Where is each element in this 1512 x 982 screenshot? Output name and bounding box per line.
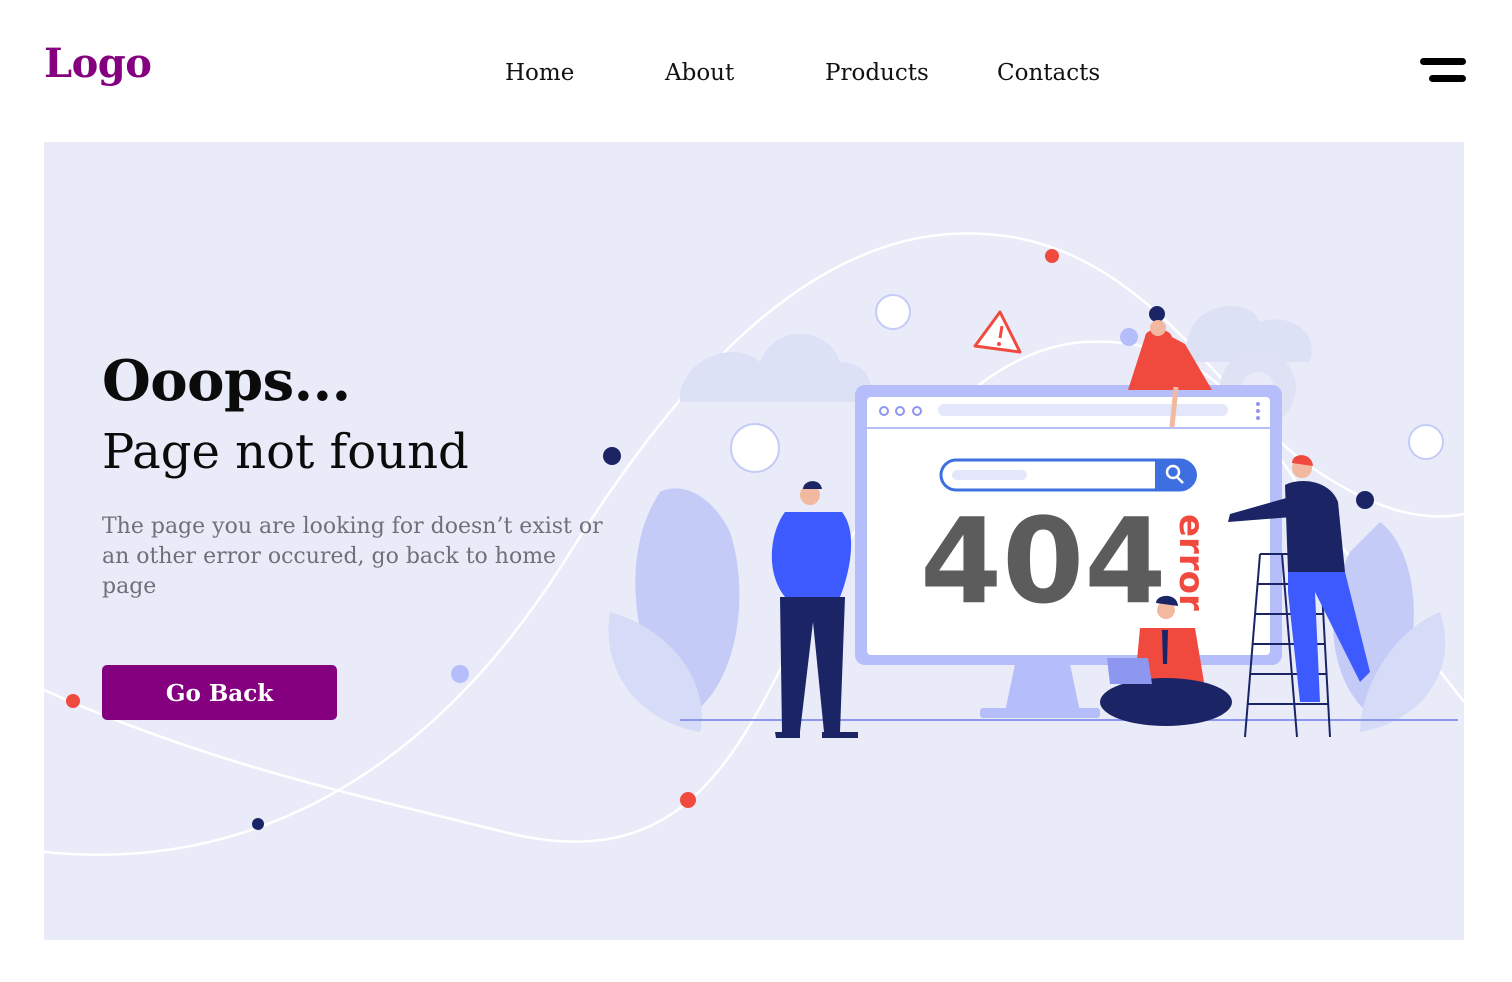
error-code: 404 bbox=[920, 492, 1166, 630]
error-label: error bbox=[1171, 514, 1211, 611]
page-subtitle: Page not found bbox=[102, 424, 469, 480]
hamburger-menu-icon[interactable] bbox=[1418, 58, 1466, 86]
monitor: 404 error bbox=[855, 385, 1282, 665]
person-standing-left bbox=[771, 481, 858, 738]
nav-home[interactable]: Home bbox=[505, 60, 574, 86]
nav-products[interactable]: Products bbox=[825, 60, 929, 86]
nav-about[interactable]: About bbox=[665, 60, 734, 86]
404-illustration: 404 error bbox=[608, 294, 1458, 738]
menu-bar-bottom bbox=[1429, 75, 1466, 82]
logo[interactable]: Logo bbox=[44, 40, 152, 87]
search-input bbox=[939, 458, 1197, 492]
page-title: Ooops... bbox=[102, 348, 351, 414]
navy-dot bbox=[252, 818, 264, 830]
warning-icon bbox=[973, 310, 1022, 354]
go-back-button[interactable]: Go Back bbox=[102, 665, 337, 720]
red-dot bbox=[66, 694, 80, 708]
menu-bar-top bbox=[1420, 58, 1466, 65]
red-dot bbox=[680, 792, 696, 808]
hero-section: Ooops... Page not found The page you are… bbox=[44, 142, 1464, 940]
laptop-icon bbox=[1107, 658, 1152, 684]
error-description: The page you are looking for doesn’t exi… bbox=[102, 514, 603, 599]
periwinkle-dot bbox=[451, 665, 469, 683]
nav-contacts[interactable]: Contacts bbox=[997, 60, 1100, 86]
red-dot bbox=[1045, 249, 1059, 263]
